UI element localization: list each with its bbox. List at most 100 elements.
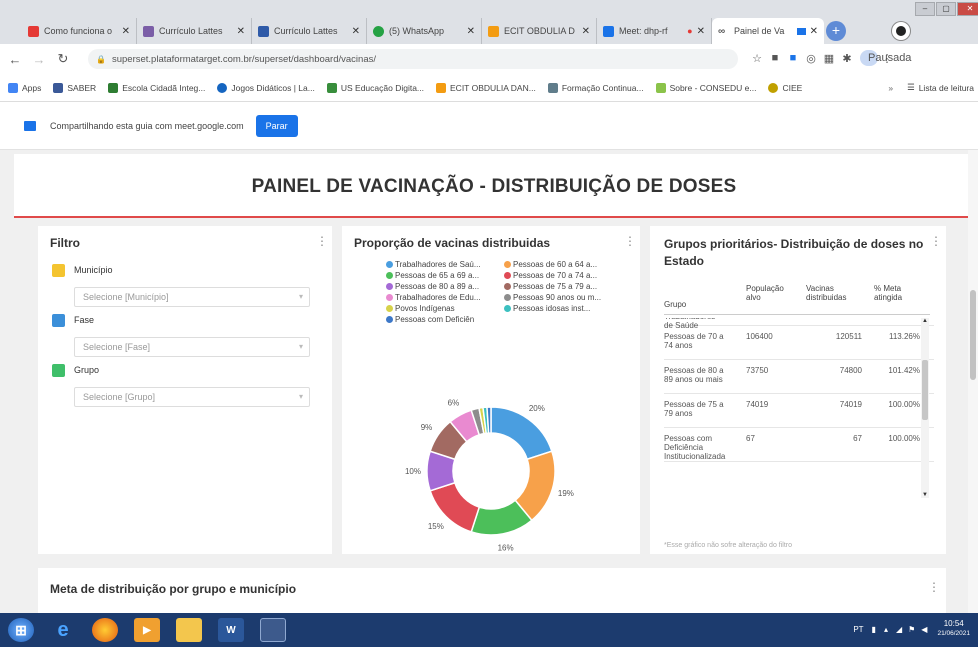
window-controls: – ▢ ✕ bbox=[914, 2, 978, 16]
table-cell-pop: 67 bbox=[746, 434, 755, 443]
filter-fase-label: Fase bbox=[74, 315, 95, 325]
extension-icons: ☆ ■ ■ ◎ ▦ ✱ Pausada ⋮ bbox=[748, 50, 911, 66]
flag-icon[interactable]: ⚑ bbox=[908, 625, 915, 634]
kebab-menu-icon[interactable]: ⋮ bbox=[930, 234, 942, 248]
bookmark-item[interactable]: CIEE bbox=[768, 82, 802, 93]
stop-sharing-button[interactable]: Parar bbox=[255, 114, 298, 137]
bookmark-item[interactable]: US Educação Digita... bbox=[326, 82, 424, 93]
table-body: Trabalhadores de SaúdePessoas de 70 a 74… bbox=[664, 318, 934, 498]
tab-sharing-bar: Compartilhando esta guia com meet.google… bbox=[0, 102, 978, 150]
bookmark-icon bbox=[768, 82, 779, 93]
col-header-vacinas: Vacinas distribuidas bbox=[806, 284, 847, 302]
close-icon[interactable]: ✕ bbox=[697, 26, 705, 37]
chevron-right-icon[interactable]: » bbox=[888, 83, 893, 93]
bookmark-item[interactable]: Sobre - CONSEDU e... bbox=[655, 82, 757, 93]
clock[interactable]: 10:54 21/06/2021 bbox=[937, 619, 970, 639]
menu-dots-icon[interactable]: ⋮ bbox=[878, 52, 896, 65]
forward-arrow-icon[interactable]: → bbox=[30, 52, 48, 67]
filter-grupo-select[interactable]: Selecione [Grupo] ▾ bbox=[74, 387, 310, 407]
minimize-icon[interactable]: – bbox=[915, 2, 935, 16]
close-icon[interactable]: ✕ bbox=[810, 26, 818, 37]
browser-tab[interactable]: Meet: dhp-rf ● ✕ bbox=[597, 18, 712, 44]
meta-card: Meta de distribuição por grupo e municíp… bbox=[38, 568, 946, 613]
firefox-icon[interactable] bbox=[92, 618, 118, 642]
table-cell-vac: 74800 bbox=[839, 366, 862, 375]
extension-icon[interactable]: ■ bbox=[766, 52, 784, 64]
language-indicator[interactable]: PT bbox=[853, 625, 863, 634]
new-tab-button[interactable]: + bbox=[826, 21, 846, 41]
pie-slice[interactable] bbox=[490, 406, 553, 461]
scroll-up-icon[interactable]: ▲ bbox=[922, 318, 928, 324]
col-header-populacao: População alvo bbox=[746, 284, 784, 302]
filter-municipio-select[interactable]: Selecione [Município] ▾ bbox=[74, 287, 310, 307]
browser-tab[interactable]: Currículo Lattes ✕ bbox=[137, 18, 252, 44]
close-icon[interactable]: ✕ bbox=[352, 26, 360, 37]
scroll-down-icon[interactable]: ▼ bbox=[922, 492, 928, 498]
bookmark-label: Formação Continua... bbox=[561, 82, 644, 93]
extension-icon[interactable]: ■ bbox=[784, 52, 802, 64]
close-icon[interactable]: ✕ bbox=[467, 26, 475, 37]
scrollbar-thumb[interactable] bbox=[922, 360, 928, 420]
tab-label: Currículo Lattes bbox=[159, 26, 223, 36]
youtube-icon bbox=[28, 25, 39, 37]
bookmark-item[interactable]: Escola Cidadã Integ... bbox=[108, 82, 205, 93]
table-row: Pessoas de 80 a 89 anos ou mais 73750 7480… bbox=[664, 360, 934, 394]
media-player-icon[interactable]: ▶ bbox=[134, 618, 160, 642]
meet-icon bbox=[603, 25, 614, 37]
kebab-menu-icon[interactable]: ⋮ bbox=[928, 580, 940, 594]
bookmark-item[interactable]: Jogos Didáticos | La... bbox=[217, 82, 315, 93]
profile-paused-button[interactable]: Pausada bbox=[860, 50, 911, 66]
bookmarks-bar: Apps SABER Escola Cidadã Integ... Jogos … bbox=[0, 74, 978, 102]
back-arrow-icon[interactable]: ← bbox=[6, 52, 24, 67]
kebab-menu-icon[interactable]: ⋮ bbox=[316, 234, 328, 248]
bookmark-label: Sobre - CONSEDU e... bbox=[669, 82, 757, 93]
filter-fase-select[interactable]: Selecione [Fase] ▾ bbox=[74, 337, 310, 357]
slice-label: 9% bbox=[421, 423, 433, 432]
profile-icon[interactable] bbox=[892, 22, 910, 40]
extension-icon[interactable]: ◎ bbox=[802, 52, 820, 65]
bookmark-item[interactable]: SABER bbox=[53, 82, 96, 93]
signal-icon[interactable]: ◢ bbox=[896, 625, 902, 634]
page-title: PAINEL DE VACINAÇÃO - DISTRIBUIÇÃO DE DO… bbox=[251, 176, 737, 197]
table-scrollbar[interactable]: ▲ ▼ bbox=[921, 318, 929, 498]
maximize-icon[interactable]: ▢ bbox=[936, 2, 956, 16]
word-icon[interactable]: W bbox=[218, 618, 244, 642]
filter-grupo-icon bbox=[52, 364, 65, 377]
star-icon[interactable]: ☆ bbox=[748, 52, 766, 65]
browser-tab-active[interactable]: ∞ Painel de Va ✕ bbox=[712, 18, 824, 44]
browser-tab[interactable]: ECIT OBDULIA D ✕ bbox=[482, 18, 597, 44]
extension-icon[interactable]: ▦ bbox=[820, 52, 838, 65]
table-cell-pop: 106400 bbox=[746, 332, 773, 341]
volume-icon[interactable]: ◀ bbox=[921, 625, 927, 634]
page-scrollbar[interactable] bbox=[968, 150, 978, 613]
table-cell-vac: 120511 bbox=[835, 332, 862, 341]
reading-list-button[interactable]: Lista de leitura bbox=[919, 83, 974, 93]
filter-municipio-icon bbox=[52, 264, 65, 277]
browser-tab[interactable]: (5) WhatsApp ✕ bbox=[367, 18, 482, 44]
bookmark-item[interactable]: ECIT OBDULIA DAN... bbox=[436, 82, 536, 93]
puzzle-icon[interactable]: ✱ bbox=[838, 52, 856, 65]
folder-icon[interactable] bbox=[176, 618, 202, 642]
start-button[interactable]: ⊞ bbox=[8, 618, 34, 642]
internet-explorer-icon[interactable]: e bbox=[50, 618, 76, 642]
system-tray: PT ▮ ▴ ◢ ⚑ ◀ 10:54 21/06/2021 bbox=[853, 619, 970, 639]
reload-icon[interactable]: ↻ bbox=[54, 51, 72, 67]
close-icon[interactable]: ✕ bbox=[582, 26, 590, 37]
chevron-up-icon[interactable]: ▴ bbox=[884, 625, 888, 634]
window-close-icon[interactable]: ✕ bbox=[957, 2, 978, 16]
table-cell-grupo: Pessoas de 70 a 74 anos bbox=[664, 332, 724, 350]
table-row: Pessoas com Deficiência Institucionaliza… bbox=[664, 428, 934, 462]
bookmark-item[interactable]: Apps bbox=[8, 82, 41, 93]
bookmark-icon bbox=[326, 82, 337, 93]
browser-tab[interactable]: Como funciona o ✕ bbox=[22, 18, 137, 44]
scrollbar-thumb[interactable] bbox=[970, 290, 976, 380]
windows-taskbar: ⊞ e ▶ W PT ▮ ▴ ◢ ⚑ ◀ 10:54 21/06/2021 bbox=[0, 613, 978, 647]
select-placeholder: Selecione [Grupo] bbox=[83, 392, 156, 402]
chrome-icon[interactable] bbox=[260, 618, 286, 642]
address-bar[interactable]: 🔒 superset.plataformatarget.com.br/super… bbox=[88, 49, 738, 69]
bookmark-item[interactable]: Formação Continua... bbox=[547, 82, 644, 93]
close-icon[interactable]: ✕ bbox=[122, 26, 130, 37]
browser-tab[interactable]: Currículo Lattes ✕ bbox=[252, 18, 367, 44]
network-icon[interactable]: ▮ bbox=[872, 625, 876, 634]
close-icon[interactable]: ✕ bbox=[237, 26, 245, 37]
